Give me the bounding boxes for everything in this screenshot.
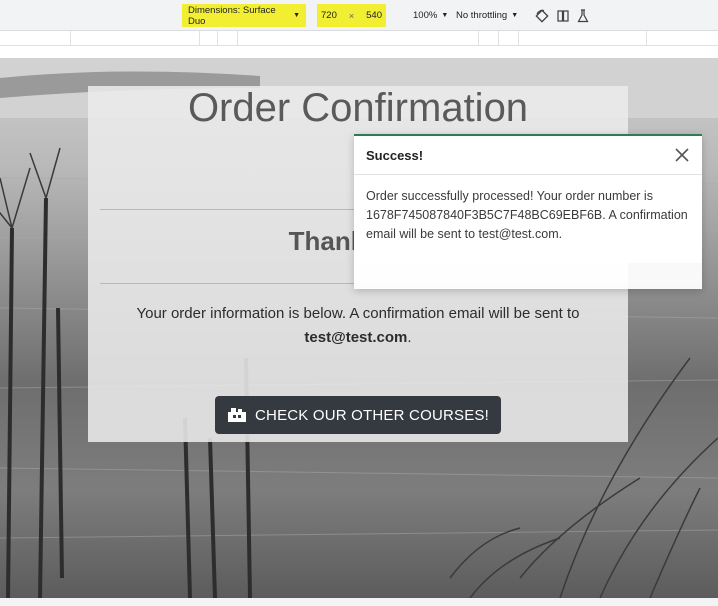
throttling-label: No throttling	[456, 10, 508, 21]
info-period: .	[407, 329, 412, 346]
caret-down-icon: ▼	[293, 12, 300, 19]
zoom-dropdown[interactable]: 100% ▼	[413, 0, 448, 31]
device-dimensions-label: Dimensions: Surface Duo	[188, 4, 276, 27]
check-other-courses-button[interactable]: CHECK OUR OTHER COURSES!	[215, 396, 501, 434]
caret-down-icon: ▼	[441, 12, 449, 19]
device-dimensions-dropdown[interactable]: Dimensions: Surface Duo ▼	[182, 4, 306, 27]
emulated-viewport: Order Confirmation Thank you! Your order…	[0, 58, 718, 598]
success-toast: Success! Order successfully processed! Y…	[354, 134, 702, 289]
throttling-dropdown[interactable]: No throttling ▼	[456, 0, 518, 31]
toast-header: Success!	[354, 136, 702, 175]
devtools-device-toolbar: Dimensions: Surface Duo ▼ 720 × 540 100%…	[0, 0, 718, 31]
viewport-size-fields: 720 × 540	[317, 4, 386, 27]
order-info-text: Your order information is below. A confi…	[110, 302, 606, 350]
zoom-label: 100%	[413, 10, 438, 21]
page-title: Order Confirmation	[187, 86, 529, 130]
courses-icon	[228, 408, 246, 422]
info-sentence: Your order information is below. A confi…	[136, 305, 580, 322]
sensor-icon[interactable]	[576, 9, 590, 23]
caret-down-icon: ▼	[511, 12, 519, 19]
rotate-icon[interactable]	[535, 9, 549, 23]
viewport-width-input[interactable]: 720	[321, 10, 337, 21]
customer-email: test@test.com	[304, 329, 408, 346]
devtools-bottom-strip	[0, 598, 718, 606]
device-ruler	[0, 31, 718, 46]
times-glyph: ×	[348, 10, 355, 21]
dual-screen-icon[interactable]	[556, 9, 570, 23]
viewport-height-input[interactable]: 540	[366, 10, 382, 21]
toast-title: Success!	[366, 147, 424, 163]
close-icon[interactable]	[674, 147, 690, 163]
toast-message: Order successfully processed! Your order…	[354, 175, 702, 263]
courses-button-label: CHECK OUR OTHER COURSES!	[255, 406, 489, 424]
